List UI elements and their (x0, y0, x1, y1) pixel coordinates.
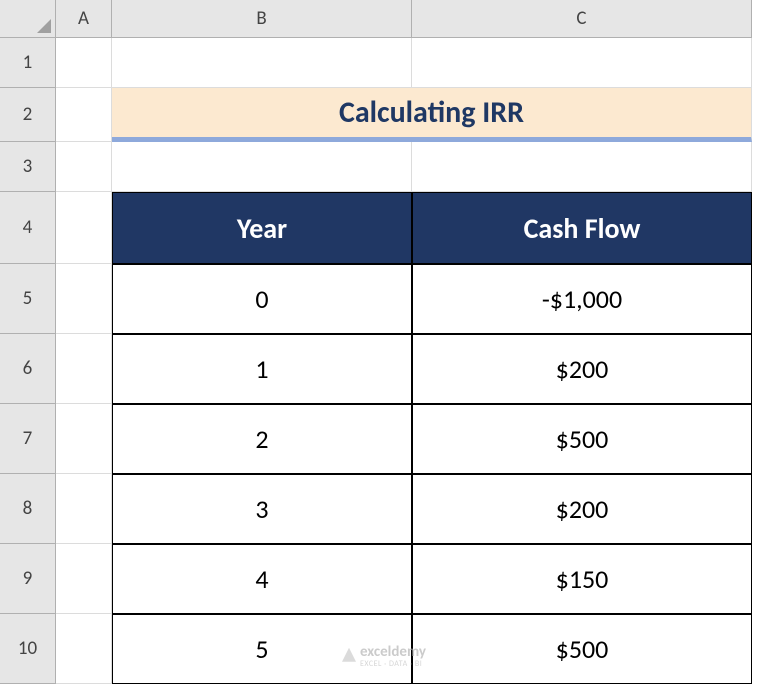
table-cell-year-1[interactable]: 1 (112, 334, 412, 404)
watermark-text: exceldemy EXCEL · DATA · BI (360, 643, 426, 667)
table-cell-cashflow-0[interactable]: -$1,000 (412, 264, 752, 334)
row-header-9[interactable]: 9 (0, 544, 56, 614)
cell-b3[interactable] (112, 142, 412, 192)
cell-c1[interactable] (412, 38, 752, 88)
row-header-10[interactable]: 10 (0, 614, 56, 684)
table-cell-cashflow-2[interactable]: $500 (412, 404, 752, 474)
table-cell-year-4[interactable]: 4 (112, 544, 412, 614)
table-cell-year-2[interactable]: 2 (112, 404, 412, 474)
row-header-6[interactable]: 6 (0, 334, 56, 404)
column-header-c[interactable]: C (412, 0, 752, 38)
cell-a2[interactable] (56, 88, 112, 142)
cell-c3[interactable] (412, 142, 752, 192)
cell-a9[interactable] (56, 544, 112, 614)
row-header-7[interactable]: 7 (0, 404, 56, 474)
spreadsheet-grid: A B C 1 2 Calculating IRR 3 4 Year Cash … (0, 0, 768, 684)
cell-b1[interactable] (112, 38, 412, 88)
cell-a3[interactable] (56, 142, 112, 192)
table-cell-year-3[interactable]: 3 (112, 474, 412, 544)
table-cell-year-0[interactable]: 0 (112, 264, 412, 334)
cell-a4[interactable] (56, 192, 112, 264)
row-header-2[interactable]: 2 (0, 88, 56, 142)
watermark: exceldemy EXCEL · DATA · BI (342, 643, 426, 667)
title-cell[interactable]: Calculating IRR (112, 88, 752, 142)
cell-a10[interactable] (56, 614, 112, 684)
select-all-corner[interactable] (0, 0, 56, 38)
table-header-year[interactable]: Year (112, 192, 412, 264)
table-cell-cashflow-5[interactable]: $500 (412, 614, 752, 684)
cell-a1[interactable] (56, 38, 112, 88)
column-header-b[interactable]: B (112, 0, 412, 38)
row-header-5[interactable]: 5 (0, 264, 56, 334)
row-header-4[interactable]: 4 (0, 192, 56, 264)
watermark-logo-icon (342, 648, 356, 662)
watermark-tagline: EXCEL · DATA · BI (360, 661, 426, 667)
table-header-cashflow[interactable]: Cash Flow (412, 192, 752, 264)
cell-a8[interactable] (56, 474, 112, 544)
column-header-a[interactable]: A (56, 0, 112, 38)
cell-a6[interactable] (56, 334, 112, 404)
row-header-3[interactable]: 3 (0, 142, 56, 192)
table-cell-cashflow-3[interactable]: $200 (412, 474, 752, 544)
row-header-1[interactable]: 1 (0, 38, 56, 88)
row-header-8[interactable]: 8 (0, 474, 56, 544)
table-cell-cashflow-4[interactable]: $150 (412, 544, 752, 614)
cell-a7[interactable] (56, 404, 112, 474)
cell-a5[interactable] (56, 264, 112, 334)
table-cell-cashflow-1[interactable]: $200 (412, 334, 752, 404)
